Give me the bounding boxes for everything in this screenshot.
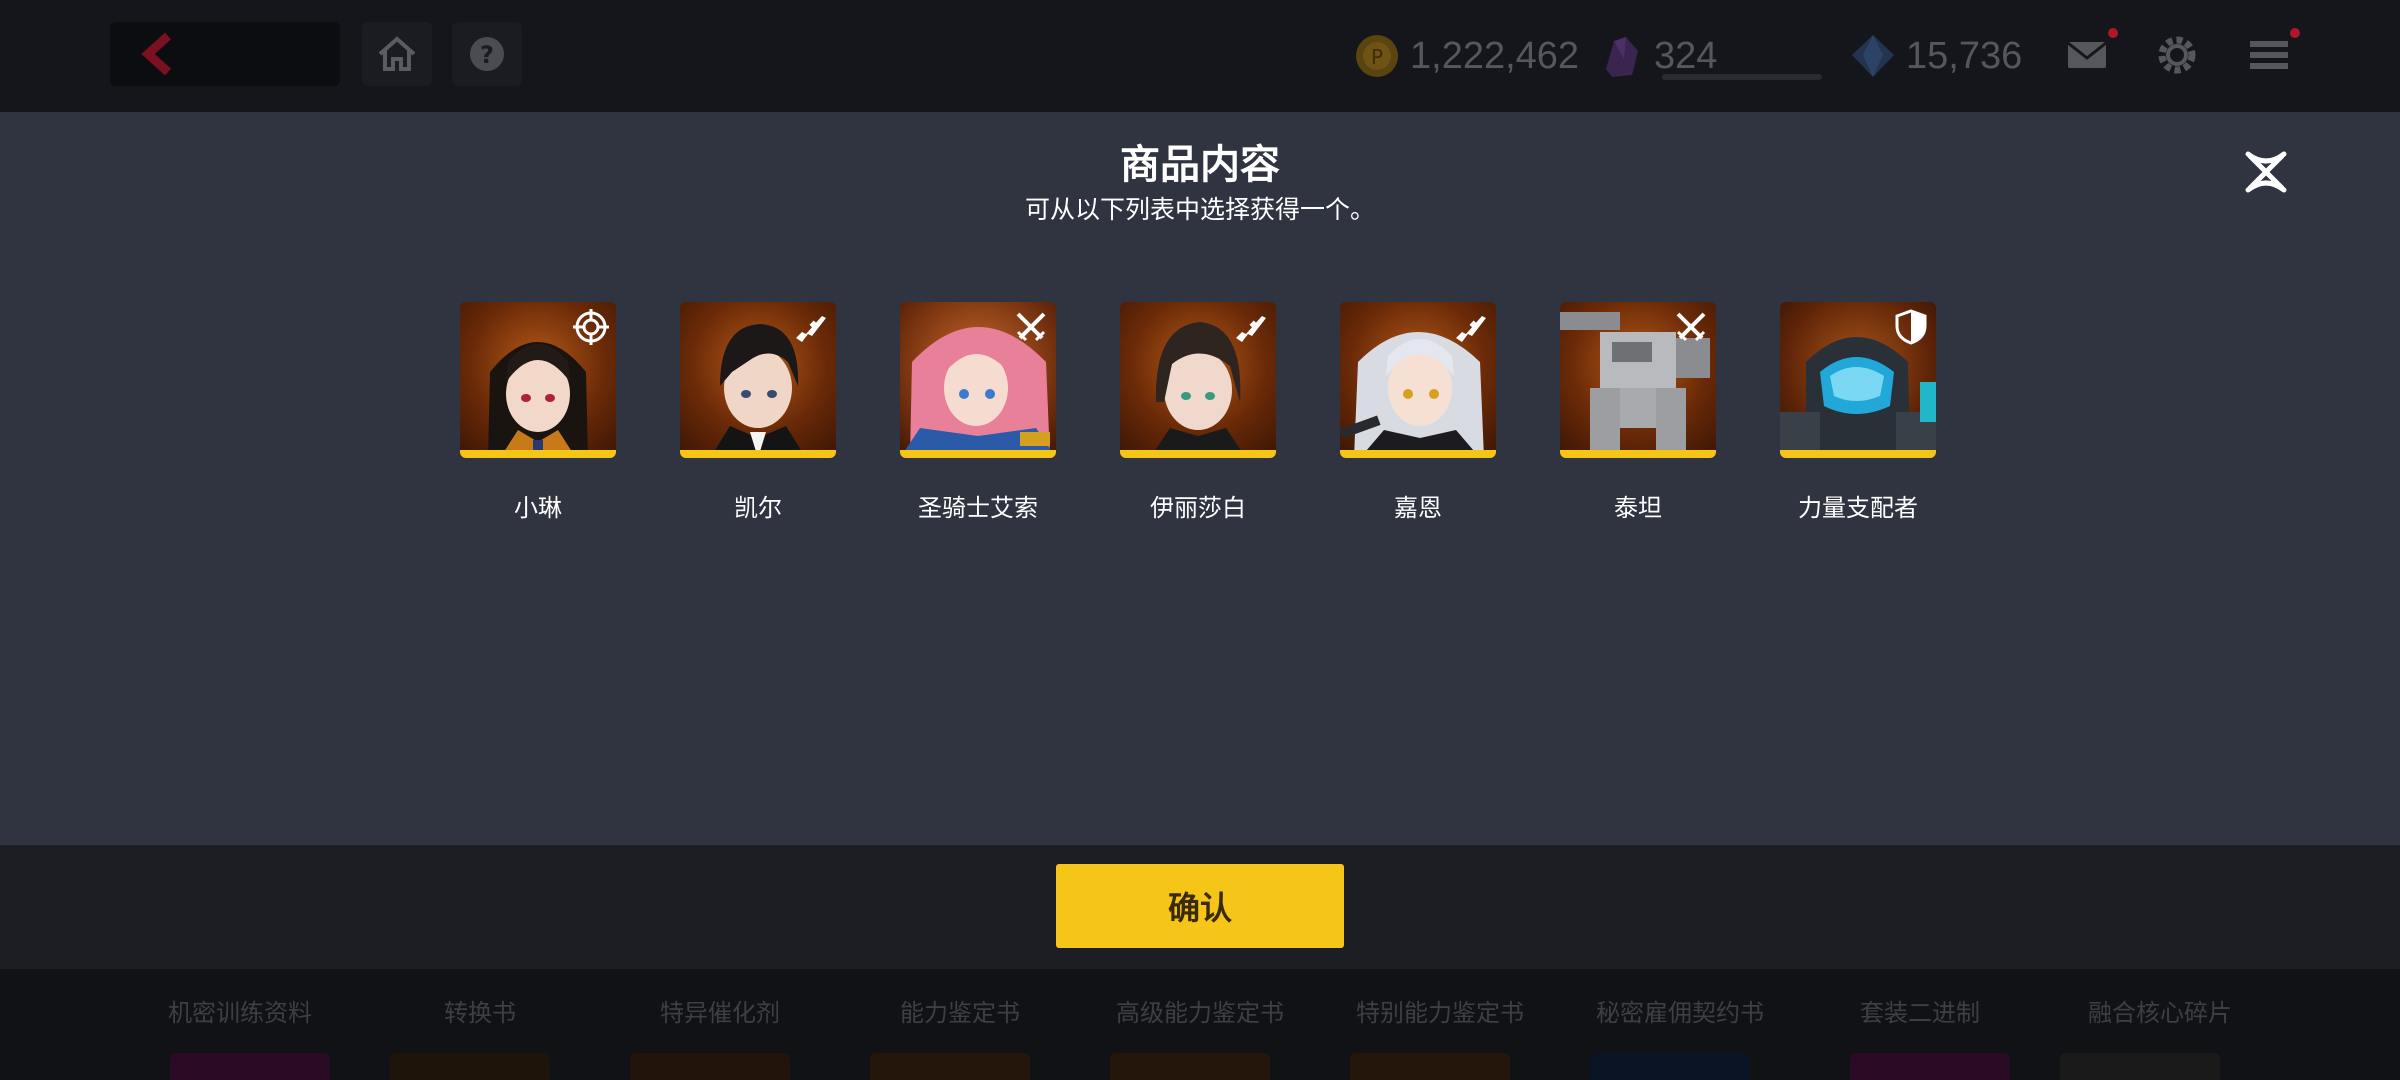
tab-ability-appraisal[interactable]: 能力鉴定书 (840, 993, 1080, 1028)
character-name: 伊丽莎白 (1150, 494, 1246, 522)
crosshair-icon (573, 309, 609, 345)
character-name: 圣骑士艾索 (918, 494, 1038, 522)
item-thumbnail (1110, 1053, 1270, 1080)
crossed-swords-icon (1016, 312, 1046, 342)
tab-secret-contract[interactable]: 秘密雇佣契约书 (1560, 993, 1800, 1028)
question-icon: ? (470, 37, 504, 71)
rifle-icon (1236, 316, 1266, 342)
character-option[interactable]: 凯尔 (680, 302, 836, 523)
dialog-title: 商品内容 (1120, 142, 1280, 188)
crystal-amount: 324 (1654, 34, 1718, 77)
character-name: 力量支配者 (1798, 494, 1918, 522)
gold-amount: 1,222,462 (1410, 34, 1580, 77)
gold-coin-icon: P (1356, 35, 1398, 77)
tab-set-binary[interactable]: 套装二进制 (1800, 993, 2040, 1028)
character-name: 凯尔 (734, 494, 782, 522)
rifle-icon (1456, 316, 1486, 342)
diamond-amount: 15,736 (1906, 34, 2023, 77)
close-icon[interactable] (2236, 142, 2296, 202)
diamond-resource[interactable]: 15,736 (1848, 28, 2022, 84)
item-thumbnail (170, 1053, 330, 1080)
tab-advanced-appraisal[interactable]: 高级能力鉴定书 (1080, 993, 1320, 1028)
crystal-resource[interactable]: 324 (1596, 28, 1822, 84)
mail-icon[interactable] (2062, 30, 2112, 80)
rarity-stripe (1120, 450, 1276, 458)
character-option[interactable]: 力量支配者 (1780, 302, 1936, 523)
help-button[interactable]: ? (452, 22, 522, 86)
gear-icon[interactable] (2152, 30, 2202, 80)
character-list: 小琳 凯尔 圣骑士艾索 伊丽莎白 嘉恩 泰坦 力量支配者 (460, 302, 1940, 542)
character-card[interactable] (1780, 302, 1936, 458)
character-card[interactable] (1560, 302, 1716, 458)
tab-fusion-core-fragment[interactable]: 融合核心碎片 (2040, 993, 2280, 1028)
character-card[interactable] (1340, 302, 1496, 458)
tab-catalyst[interactable]: 特异催化剂 (600, 993, 840, 1028)
dialog-subtitle: 可从以下列表中选择获得一个。 (1024, 195, 1375, 224)
menu-icon[interactable] (2244, 30, 2294, 80)
character-card[interactable] (680, 302, 836, 458)
rarity-stripe (1560, 450, 1716, 458)
product-content-dialog: 商品内容 可从以下列表中选择获得一个。 小琳 凯尔 圣骑士艾索 伊丽莎白 嘉恩 … (0, 112, 2400, 845)
top-bar: ? P 1,222,462 324 15,736 (0, 0, 2400, 112)
character-option[interactable]: 小琳 (460, 302, 616, 523)
screen: ? P 1,222,462 324 15,736 商品内容 可从以下列表中选择获… (0, 0, 2400, 1080)
blue-diamond-icon (1852, 35, 1894, 77)
mail-notification-dot (2108, 28, 2118, 38)
tab-training-data[interactable]: 机密训练资料 (120, 993, 360, 1028)
item-thumbnail (1350, 1053, 1510, 1080)
confirm-button[interactable]: 确认 (1056, 864, 1344, 948)
item-thumbnail (1590, 1053, 1750, 1080)
rarity-stripe (900, 450, 1056, 458)
character-card[interactable] (1120, 302, 1276, 458)
home-icon (378, 36, 416, 71)
shield-icon (1895, 309, 1927, 345)
item-thumbnail (630, 1053, 790, 1080)
svg-text:?: ? (480, 41, 494, 69)
rarity-stripe (1340, 450, 1496, 458)
character-card[interactable] (460, 302, 616, 458)
tab-conversion-book[interactable]: 转换书 (360, 993, 600, 1028)
character-name: 泰坦 (1614, 494, 1662, 522)
item-thumbnail (390, 1053, 550, 1080)
back-button[interactable] (110, 22, 340, 86)
rarity-stripe (460, 450, 616, 458)
menu-notification-dot (2290, 28, 2300, 38)
character-name: 小琳 (514, 494, 562, 522)
item-thumbnail (2060, 1053, 2220, 1080)
character-option[interactable]: 泰坦 (1560, 302, 1716, 523)
crossed-swords-icon (1676, 312, 1706, 342)
rifle-icon (796, 316, 826, 342)
gold-resource[interactable]: P 1,222,462 (1352, 28, 1579, 84)
rarity-stripe (1780, 450, 1936, 458)
character-option[interactable]: 伊丽莎白 (1120, 302, 1276, 523)
crystal-progress-bar (1662, 74, 1822, 80)
shop-category-tabs: 机密训练资料 转换书 特异催化剂 能力鉴定书 高级能力鉴定书 特别能力鉴定书 秘… (0, 969, 2400, 1080)
character-option[interactable]: 嘉恩 (1340, 302, 1496, 523)
tab-special-appraisal[interactable]: 特别能力鉴定书 (1320, 993, 1560, 1028)
character-card[interactable] (900, 302, 1056, 458)
back-arrow-icon (141, 32, 172, 76)
character-option[interactable]: 圣骑士艾索 (900, 302, 1056, 523)
rarity-stripe (680, 450, 836, 458)
purple-crystal-icon (1606, 37, 1638, 77)
item-thumbnail (1850, 1053, 2010, 1080)
svg-text:P: P (1371, 45, 1383, 69)
item-thumbnail (870, 1053, 1030, 1080)
home-button[interactable] (362, 22, 432, 86)
character-name: 嘉恩 (1394, 494, 1442, 522)
dialog-footer: 确认 (0, 845, 2400, 969)
